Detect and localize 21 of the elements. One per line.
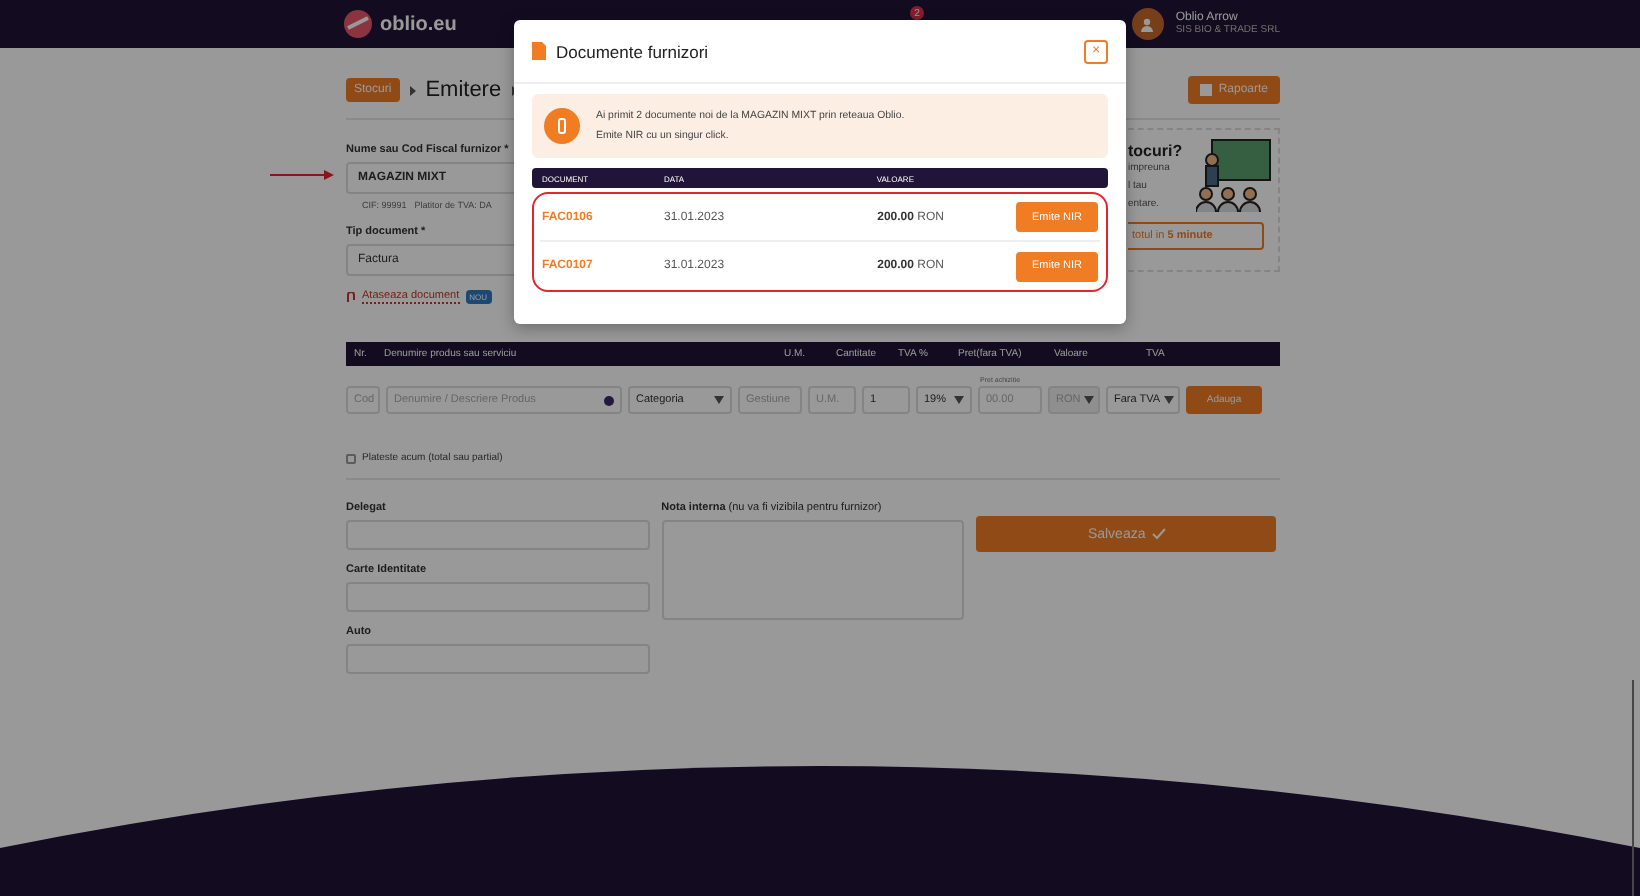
check-icon — [1151, 528, 1166, 540]
caret-icon — [954, 396, 964, 404]
user-avatar[interactable] — [1131, 8, 1164, 40]
document-icon — [532, 42, 546, 60]
alert-icon — [544, 108, 580, 144]
caret-icon — [714, 396, 724, 404]
chevron-icon — [409, 85, 416, 95]
pay-now-checkbox[interactable] — [346, 453, 356, 463]
modal-title: Documente furnizori — [556, 41, 709, 61]
report-icon — [1200, 84, 1213, 96]
page-title: Emitere — [425, 78, 502, 102]
scrollbar[interactable] — [1632, 680, 1634, 896]
arrow-icon — [270, 170, 334, 180]
teacher-drawing — [1196, 138, 1272, 214]
promo-title: tocuri? — [1128, 142, 1185, 160]
caret-icon — [1164, 396, 1175, 404]
logo[interactable]: oblio.eu — [344, 10, 457, 38]
clear-icon[interactable] — [604, 395, 614, 405]
caret-icon — [1084, 396, 1095, 404]
paperclip-icon — [346, 291, 356, 303]
logo-icon — [344, 10, 372, 38]
